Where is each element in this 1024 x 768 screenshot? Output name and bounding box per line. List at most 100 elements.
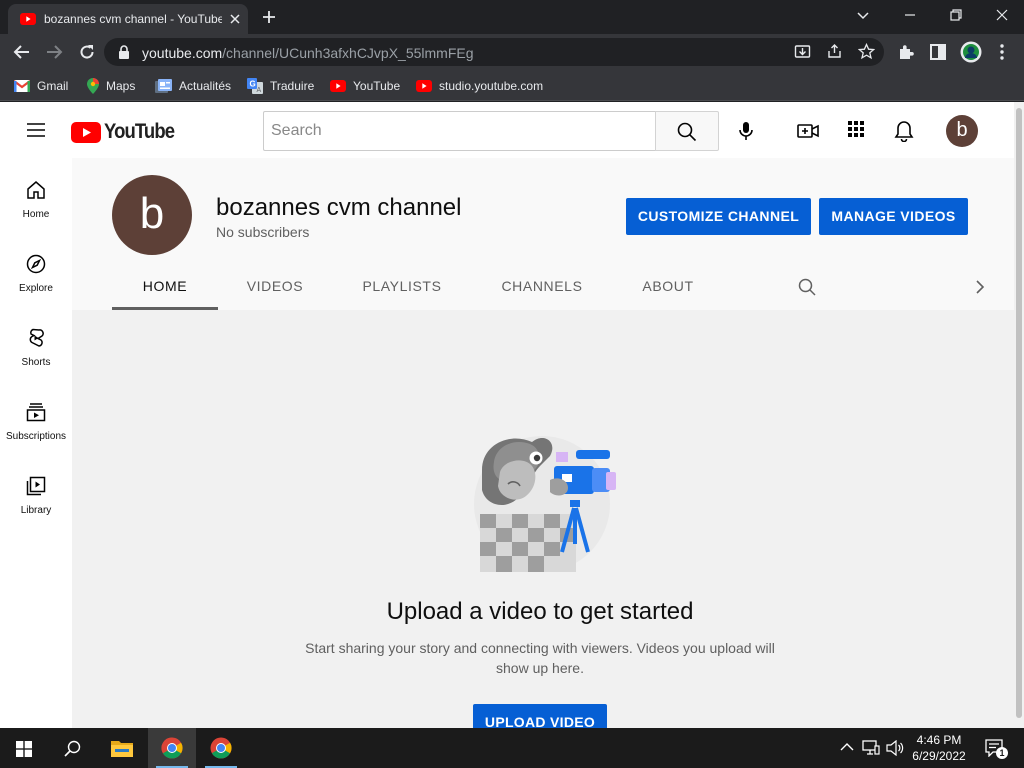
search-icon	[677, 122, 697, 142]
youtube-play-logo-icon	[71, 121, 101, 143]
shorts-icon	[26, 328, 46, 348]
browser-tab[interactable]: bozannes cvm channel - YouTube	[8, 4, 248, 34]
library-icon	[26, 476, 46, 496]
back-icon[interactable]	[13, 43, 31, 61]
network-icon[interactable]	[860, 728, 882, 768]
guide-item-subscriptions[interactable]: Subscriptions	[0, 380, 72, 454]
bookmarks-bar: Gmail Maps Actualités GA Traduire YouTub…	[0, 70, 1024, 101]
tab-videos[interactable]: VIDEOS	[232, 270, 318, 310]
guide-item-explore[interactable]: Explore	[0, 232, 72, 306]
volume-icon[interactable]	[884, 728, 906, 768]
channel-avatar: b	[112, 175, 192, 255]
channel-name: bozannes cvm channel	[216, 194, 462, 221]
guide-item-label: Explore	[19, 283, 53, 294]
bookmark-label: Gmail	[37, 79, 69, 93]
home-icon	[26, 180, 46, 200]
empty-state-title: Upload a video to get started	[386, 598, 694, 625]
bookmark-traduire[interactable]: GA Traduire	[247, 77, 314, 95]
guide-item-shorts[interactable]: Shorts	[0, 306, 72, 380]
news-icon	[155, 79, 172, 93]
close-tab-icon[interactable]	[228, 12, 242, 26]
subscriptions-icon	[26, 402, 46, 422]
taskbar-file-explorer[interactable]	[98, 728, 146, 768]
restore-icon[interactable]	[949, 8, 963, 22]
search-input[interactable]	[264, 112, 656, 150]
create-video-icon[interactable]	[797, 120, 819, 142]
youtube-logo[interactable]: YouTube	[71, 120, 184, 144]
svg-text:A: A	[257, 87, 262, 94]
url-text[interactable]: youtube.com/channel/UCunh3afxhCJvpX_55lm…	[142, 45, 474, 61]
apps-grid-icon[interactable]	[847, 120, 865, 138]
bookmark-label: Actualités	[179, 79, 232, 93]
new-tab-icon[interactable]	[261, 9, 277, 25]
menu-icon[interactable]	[26, 122, 46, 138]
page-scrollbar[interactable]	[1014, 102, 1024, 728]
scrollbar-thumb[interactable]	[1016, 108, 1022, 718]
customize-channel-button[interactable]: CUSTOMIZE CHANNEL	[626, 198, 811, 235]
extensions-icon[interactable]	[897, 43, 915, 61]
bookmark-maps[interactable]: Maps	[87, 77, 135, 95]
logo-text: YouTube	[104, 120, 175, 143]
address-bar[interactable]: youtube.com/channel/UCunh3afxhCJvpX_55lm…	[104, 38, 884, 66]
tab-playlists[interactable]: PLAYLISTS	[352, 270, 452, 310]
notifications-center-icon[interactable]: 1	[982, 728, 1008, 768]
minimize-icon[interactable]	[903, 8, 917, 22]
upload-video-button[interactable]: UPLOAD VIDEO	[473, 704, 607, 728]
search-icon	[64, 740, 81, 757]
guide-item-library[interactable]: Library	[0, 454, 72, 528]
maps-pin-icon	[87, 78, 99, 94]
tab-home[interactable]: HOME	[112, 270, 218, 310]
bookmark-star-icon[interactable]	[858, 43, 875, 60]
search-box[interactable]	[263, 111, 656, 151]
tab-about[interactable]: ABOUT	[632, 270, 704, 310]
guide-item-label: Home	[22, 209, 50, 220]
bookmark-actualites[interactable]: Actualités	[155, 77, 231, 95]
channel-tabs: HOME VIDEOS PLAYLISTS CHANNELS ABOUT	[112, 270, 985, 310]
channel-search-icon[interactable]	[798, 278, 816, 296]
manage-videos-button[interactable]: MANAGE VIDEOS	[819, 198, 968, 235]
share-icon[interactable]	[826, 43, 843, 60]
windows-taskbar: 4:46 PM 6/29/2022 1	[0, 728, 1024, 768]
bookmark-label: YouTube	[353, 79, 401, 93]
chrome-icon	[210, 737, 232, 759]
microphone-icon[interactable]	[735, 120, 757, 142]
tab-search-chevron-icon[interactable]	[856, 8, 870, 22]
youtube-page: YouTube b H	[0, 102, 1024, 728]
lock-icon[interactable]	[118, 45, 130, 59]
reload-icon[interactable]	[78, 43, 96, 61]
subscriber-count: No subscribers	[216, 224, 310, 240]
bookmark-label: Traduire	[270, 79, 315, 93]
account-avatar[interactable]: b	[946, 115, 978, 147]
compass-icon	[26, 254, 46, 274]
gmail-icon	[14, 80, 30, 92]
install-app-icon[interactable]	[794, 43, 811, 60]
bookmark-youtube[interactable]: YouTube	[330, 77, 400, 95]
tab-channels[interactable]: CHANNELS	[490, 270, 594, 310]
side-panel-icon[interactable]	[929, 43, 947, 61]
chrome-icon	[161, 737, 183, 759]
bookmark-gmail[interactable]: Gmail	[14, 77, 68, 95]
start-button[interactable]	[0, 728, 48, 768]
translate-icon: GA	[247, 78, 263, 94]
empty-state-description: Start sharing your story and connecting …	[305, 640, 775, 676]
profile-avatar-icon[interactable]	[960, 41, 982, 63]
tray-chevron-up-icon[interactable]	[838, 728, 856, 768]
youtube-favicon-icon	[20, 13, 36, 25]
taskbar-clock[interactable]: 4:46 PM 6/29/2022	[906, 732, 972, 764]
chrome-menu-icon[interactable]	[996, 43, 1008, 61]
taskbar-chrome-active[interactable]	[148, 728, 196, 768]
clock-date: 6/29/2022	[912, 749, 966, 763]
youtube-icon	[416, 80, 432, 92]
channel-content: b bozannes cvm channel No subscribers CU…	[72, 158, 1014, 728]
search-button[interactable]	[655, 111, 719, 151]
guide-item-home[interactable]: Home	[0, 158, 72, 232]
chevron-right-icon[interactable]	[974, 279, 986, 295]
youtube-icon	[330, 80, 346, 92]
windows-logo-icon	[16, 741, 32, 757]
taskbar-search-button[interactable]	[48, 728, 96, 768]
taskbar-chrome[interactable]	[197, 728, 245, 768]
close-window-icon[interactable]	[995, 8, 1009, 22]
notifications-bell-icon[interactable]	[894, 120, 914, 142]
bookmark-studio-youtube[interactable]: studio.youtube.com	[416, 77, 543, 95]
forward-icon[interactable]	[45, 43, 63, 61]
